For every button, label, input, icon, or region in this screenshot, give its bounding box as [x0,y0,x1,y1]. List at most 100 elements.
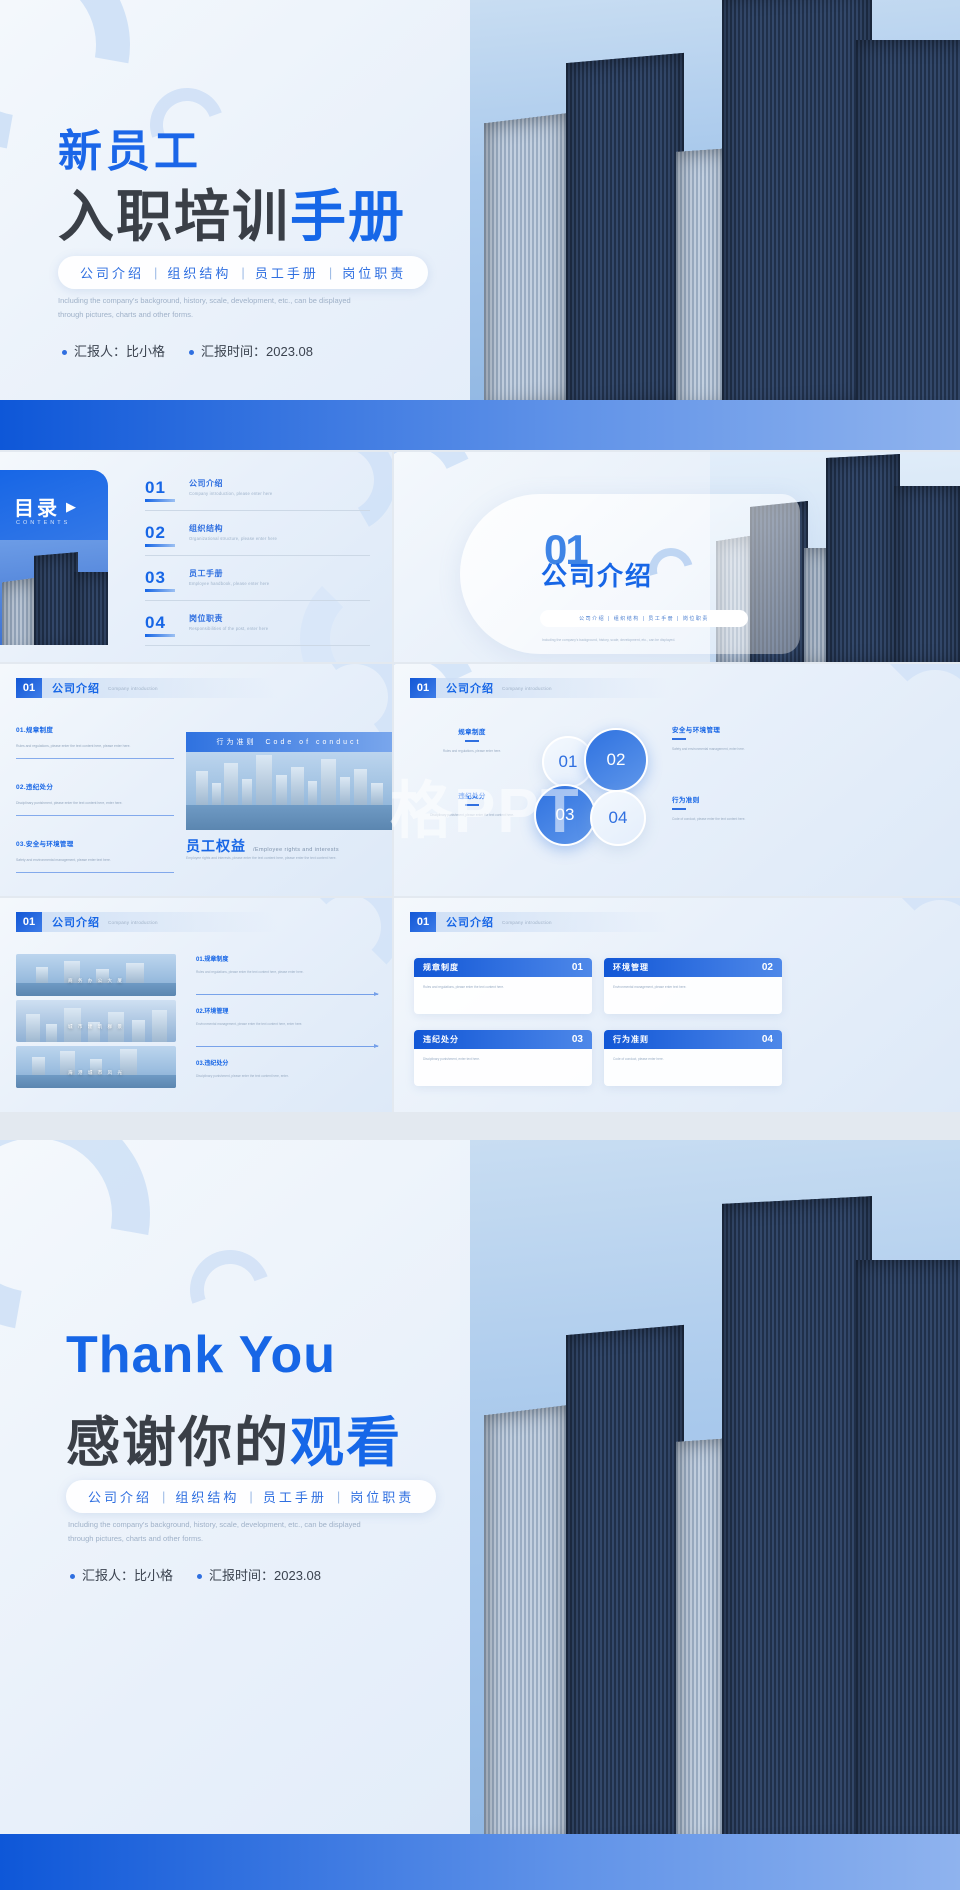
thanks-nav-item-1[interactable]: 组织结构 [175,1487,239,1506]
info-card-text: Disciplinary punishment, enter text here… [423,1057,480,1061]
image-strip[interactable]: 海 港 城 市 风 光 [16,1046,176,1088]
tower-4 [826,454,900,662]
slide-bubbles[interactable]: 01 公司介绍 Company introduction 01 02 03 04… [394,664,960,896]
info-card[interactable]: 行为准则 04 Code of conduct, please enter he… [604,1030,782,1086]
sea [186,805,392,830]
bubble-label-02: 安全与环境管理 Safety and environmental managem… [672,724,784,752]
cover-bottom-bar-left [0,400,560,450]
section-header-en: Company introduction [502,685,552,691]
tower-5 [894,486,960,662]
thanks-bottom-bar-left [0,1834,560,1890]
slide-table-of-contents[interactable]: 目录 ▶ CONTENTS 01 公司介绍 Company introducti… [0,452,392,662]
cover-building-photo [470,0,960,400]
skyline-1 [196,771,208,806]
cover-eyebrow: 新员工 [58,127,202,176]
bubble-label-title: 安全与环境管理 [672,727,721,734]
toc-item[interactable]: 04 岗位职责 Responsibilities of the post, en… [145,609,370,646]
slide-cover[interactable]: 新员工 入职培训手册 公司介绍 | 组织结构 | 员工手册 | 岗位职责 Inc… [0,0,960,450]
bubble-label-text: Safety and environmental management, ent… [672,746,745,751]
info-card[interactable]: 违纪处分 03 Disciplinary punishment, enter t… [414,1030,592,1086]
rule-item-text: Rules and regulations, please enter the … [16,744,131,748]
toc-item-underline [145,499,175,502]
label-underline [465,740,479,742]
slide-section-divider[interactable]: 01 公司介绍 公司介绍 | 组织结构 | 员工手册 | 岗位职责 Includ… [394,452,960,662]
tower-3 [74,572,108,645]
thanks-nav-pill[interactable]: 公司介绍 | 组织结构 | 员工手册 | 岗位职责 [66,1480,437,1513]
thanks-cn-dark: 感谢你的 [66,1413,290,1473]
info-card-number: 01 [571,962,583,973]
thanks-nav-item-2[interactable]: 员工手册 [263,1487,327,1506]
slide-cards[interactable]: 01 公司介绍 Company introduction 规章制度 01 Rul… [394,898,960,1112]
thanks-description: Including the company's background, hist… [68,1520,361,1543]
bubble-04[interactable]: 04 [590,790,646,846]
toc-item-text: 公司介绍 Company introduction, please enter … [189,478,272,496]
cover-nav-sep-1: | [241,265,245,280]
bubble-label-01: 规章制度 Rules and regulations, please enter… [416,726,528,754]
slide-rules-and-benefits[interactable]: 01 公司介绍 Company introduction 01.规章制度 Rul… [0,664,392,896]
cover-date: 汇报时间：2023.08 [189,341,313,360]
divider-line [16,815,174,817]
tower-2 [34,552,78,645]
slide-image-list[interactable]: 01 公司介绍 Company introduction 商 务 办 公 大 厦 [0,898,392,1112]
cover-nav-pill-wrapper: 公司介绍 | 组织结构 | 员工手册 | 岗位职责 [58,256,429,289]
toc-item-number: 02 [145,523,166,542]
cover-nav-item-2[interactable]: 员工手册 [255,263,319,282]
cover-nav-item-0[interactable]: 公司介绍 [80,263,144,282]
bubble-02[interactable]: 02 [584,728,648,792]
toc-title: 目录 ▶ [14,492,79,521]
cover-nav-item-1[interactable]: 组织结构 [167,263,231,282]
cover-nav-item-3[interactable]: 岗位职责 [342,263,406,282]
thanks-nav-item-3[interactable]: 岗位职责 [350,1487,414,1506]
toc-title-text: 目录 [14,498,60,520]
bubble-label-03: 违纪处分 Disciplinary punishment, please ent… [416,790,528,818]
code-of-conduct-band: 行为准则 Code of conduct [186,732,392,752]
divider-nav-pill[interactable]: 公司介绍 | 组织结构 | 员工手册 | 岗位职责 [540,610,748,627]
info-card[interactable]: 规章制度 01 Rules and regulations, please en… [414,958,592,1014]
cover-bottom-bar-right [560,400,960,450]
info-card-title: 规章制度 [423,963,459,972]
tower-2 [566,52,684,400]
cover-nav-pill[interactable]: 公司介绍 | 组织结构 | 员工手册 | 岗位职责 [58,256,429,289]
toc-item-text: 组织结构 Organizational structure, please en… [189,523,277,541]
rule-item: 03.安全与环境管理 Safety and environmental mana… [16,838,174,874]
toc-item[interactable]: 03 员工手册 Employee handbook, please enter … [145,564,370,601]
divider-line [16,758,174,760]
section-header: 01 公司介绍 Company introduction [16,912,277,932]
bubble-label-title: 违纪处分 [458,793,486,800]
tower-1 [484,1404,570,1835]
section-header-en: Company introduction [108,919,158,925]
thanks-date: 汇报时间：2023.08 [197,1565,321,1584]
tower-2 [566,1324,684,1835]
info-card-text: Code of conduct, please enter here. [613,1057,664,1061]
label-underline [672,738,686,740]
thanks-meta: 汇报人：比小格 汇报时间：2023.08 [70,1565,321,1584]
image-strip[interactable]: 城 市 建 筑 群 景 [16,1000,176,1042]
bullet-dot-icon [189,350,195,356]
info-card-text: Environmental management, please enter t… [613,985,687,989]
rule-item-text: Disciplinary punishment, please enter th… [16,801,123,805]
bubble-label-title: 规章制度 [458,729,486,736]
image-strip[interactable]: 商 务 办 公 大 厦 [16,954,176,996]
cover-nav-sep-2: | [328,265,333,280]
cover-title-blue: 手册 [290,185,406,248]
rule-item: 02.违纪处分 Disciplinary punishment, please … [16,781,174,817]
toc-item-text: 岗位职责 Responsibilities of the post, enter… [189,613,268,631]
image-strip-caption: 商 务 办 公 大 厦 [68,978,124,983]
info-card-text: Rules and regulations, please enter the … [423,985,504,989]
sea [16,1074,176,1088]
divider-line [16,872,174,874]
info-card-title: 违纪处分 [423,1035,459,1044]
skyline-5 [256,755,272,806]
skyline-3 [224,763,238,806]
toc-item[interactable]: 02 组织结构 Organizational structure, please… [145,519,370,556]
info-card[interactable]: 环境管理 02 Environmental management, please… [604,958,782,1014]
image-list-item-title: 03.违纪处分 [196,1061,229,1067]
divider-description: Including the company's background, hist… [542,638,676,642]
employee-benefit-cn: 员工权益 [186,838,246,854]
bubble-03[interactable]: 03 [534,784,596,846]
slide-thank-you[interactable]: Thank You 感谢你的观看 公司介绍 | 组织结构 | 员工手册 | 岗位… [0,1140,960,1890]
toc-item[interactable]: 01 公司介绍 Company introduction, please ent… [145,474,370,511]
thanks-nav-item-0[interactable]: 公司介绍 [88,1487,152,1506]
thanks-cn-blue: 观看 [290,1413,402,1473]
section-header-bar: 公司介绍 Company introduction [42,912,277,932]
